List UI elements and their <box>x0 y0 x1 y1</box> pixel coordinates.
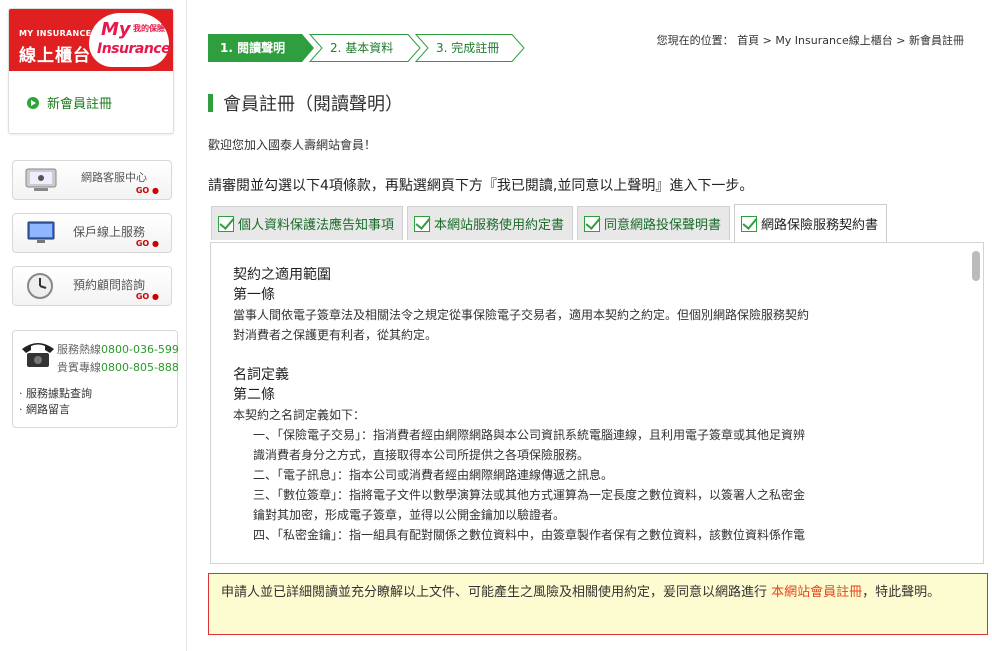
checkbox-checked-icon[interactable] <box>414 215 431 232</box>
brand-logo[interactable]: MY INSURANCE 線上櫃台 My 我的保險 Insurance <box>9 9 173 71</box>
checkbox-checked-icon[interactable] <box>741 215 758 232</box>
checkbox-checked-icon[interactable] <box>584 215 601 232</box>
list-item: 識消費者身分之方式，直接取得本公司所提供之各項保險服務。 <box>253 448 590 462</box>
go-link[interactable]: GO <box>136 292 159 301</box>
service-online-support[interactable]: 網路客服中心 GO <box>12 160 172 200</box>
scrollbar[interactable] <box>971 247 981 559</box>
sidebar-item-label: 新會員註冊 <box>47 97 113 112</box>
tab-label: 個人資料保護法應告知事項 <box>238 218 395 233</box>
step-3-complete: 3. 完成註冊 <box>436 41 500 55</box>
brand-my-text: My <box>101 19 131 40</box>
checkbox-checked-icon[interactable] <box>218 215 234 232</box>
section-title: 契約之適用範圍 <box>233 267 331 283</box>
service-hotline-number[interactable]: 0800-036-599 <box>101 343 179 356</box>
terms-content: 契約之適用範圍 第一條 當事人間依電子簽章法及相關法令之規定從事保險電子交易者，… <box>233 265 923 545</box>
go-link[interactable]: GO <box>136 186 159 195</box>
hotline-box: 服務熱線0800-036-599 貴賓專線0800-805-888 · 服務據點… <box>12 330 179 428</box>
brand-insurance-text: Insurance <box>97 41 171 57</box>
declaration-box: 申請人並已詳細閱讀並充分瞭解以上文件、可能產生之風險及相關使用約定，爰同意以網路… <box>208 573 988 635</box>
tab-label: 本網站服務使用約定書 <box>434 218 565 233</box>
step-1-read: 1. 閱讀聲明 <box>220 41 286 55</box>
tab-label: 網路保險服務契約書 <box>761 218 879 233</box>
list-item: 一、「保險電子交易」：指消費者經由網際網路與本公司資訊系統電腦連線，且利用電子簽… <box>253 428 806 442</box>
terms-tabs: 個人資料保護法應告知事項 本網站服務使用約定書 同意網路投保聲明書 網路保險服務… <box>211 204 891 242</box>
instruction-text: 請審閱並勾選以下4項條款，再點選網頁下方『我已閱讀,並同意以上聲明』進入下一步。 <box>208 178 754 194</box>
list-item: 四、「私密金鑰」：指一組具有配對關係之數位資料中，由簽章製作者保有之數位資料，該… <box>253 528 806 542</box>
service-label: 保戶線上服務 <box>73 225 146 239</box>
declaration-text-end: ，特此聲明。 <box>862 585 941 600</box>
clock-icon <box>21 272 63 300</box>
service-label: 預約顧問諮詢 <box>73 278 146 292</box>
vip-hotline-number[interactable]: 0800-805-888 <box>101 361 179 374</box>
sidebar-item-new-member[interactable]: 新會員註冊 <box>9 71 173 112</box>
arrow-circle-icon <box>27 96 39 109</box>
service-hotline: 服務熱線0800-036-599 <box>57 341 179 357</box>
step-2-basic-info: 2. 基本資料 <box>330 41 394 55</box>
service-appointment[interactable]: 預約顧問諮詢 GO <box>12 266 172 306</box>
list-item: 二、「電子訊息」：指本公司或消費者經由網際網路連線傳遞之訊息。 <box>253 468 614 482</box>
scrollbar-thumb[interactable] <box>972 251 980 281</box>
service-hotline-label: 服務熱線 <box>57 343 101 356</box>
go-link[interactable]: GO <box>136 239 159 248</box>
tab-online-service-contract[interactable]: 網路保險服務契約書 <box>734 204 888 242</box>
page-title-text: 會員註冊（閱讀聲明） <box>223 94 403 115</box>
link-online-message[interactable]: · 網路留言 <box>19 401 70 417</box>
article-title: 第二條 <box>233 387 275 403</box>
service-label: 網路客服中心 <box>81 171 147 184</box>
brand-sub-text: 我的保險 <box>133 24 165 33</box>
list-item: 三、「數位簽章」：指將電子文件以數學演算法或其他方式運算為一定長度之數位資料，以… <box>253 488 806 502</box>
column-divider <box>186 0 187 651</box>
computer-support-icon <box>21 166 63 194</box>
tab-privacy-notice[interactable]: 個人資料保護法應告知事項 <box>211 206 404 240</box>
list-item: 鑰對其加密，形成電子簽章，並得以公開金鑰加以驗證者。 <box>253 508 566 522</box>
declaration-highlight: 本網站會員註冊 <box>771 585 863 600</box>
paragraph: 本契約之名詞定義如下： <box>233 408 366 422</box>
telephone-icon <box>19 339 57 369</box>
vip-hotline-label: 貴賓專線 <box>57 361 101 374</box>
tab-service-agreement[interactable]: 本網站服務使用約定書 <box>407 206 574 240</box>
service-policy-online[interactable]: 保戶線上服務 GO <box>12 213 172 253</box>
tab-label: 同意網路投保聲明書 <box>604 218 722 233</box>
title-bar <box>208 94 213 112</box>
tab-online-insurance-consent[interactable]: 同意網路投保聲明書 <box>577 206 731 240</box>
monitor-icon <box>21 219 63 247</box>
vip-hotline: 貴賓專線0800-805-888 <box>57 359 179 375</box>
brand-top-text: MY INSURANCE <box>19 29 92 38</box>
brand-main-text: 線上櫃台 <box>19 46 91 66</box>
sidebar: MY INSURANCE 線上櫃台 My 我的保險 Insurance 新會員註… <box>8 8 178 134</box>
terms-content-panel[interactable]: 契約之適用範圍 第一條 當事人間依電子簽章法及相關法令之規定從事保險電子交易者，… <box>210 242 984 564</box>
paragraph: 對消費者之保護更有利者，從其約定。 <box>233 328 438 342</box>
breadcrumb[interactable]: 您現在的位置： 首頁 > My Insurance線上櫃台 > 新會員註冊 <box>657 32 964 48</box>
link-service-locations[interactable]: · 服務據點查詢 <box>19 385 92 401</box>
declaration-text: 申請人並已詳細閱讀並充分瞭解以上文件、可能產生之風險及相關使用約定，爰同意以網路… <box>221 585 772 600</box>
brand-box: MY INSURANCE 線上櫃台 My 我的保險 Insurance 新會員註… <box>8 8 174 134</box>
paragraph: 當事人間依電子簽章法及相關法令之規定從事保險電子交易者，適用本契約之約定。但個別… <box>233 308 810 322</box>
section-title: 名詞定義 <box>233 367 289 383</box>
welcome-text: 歡迎您加入國泰人壽網站會員！ <box>208 138 377 152</box>
page-title: 會員註冊（閱讀聲明） <box>208 90 403 116</box>
article-title: 第一條 <box>233 287 275 303</box>
